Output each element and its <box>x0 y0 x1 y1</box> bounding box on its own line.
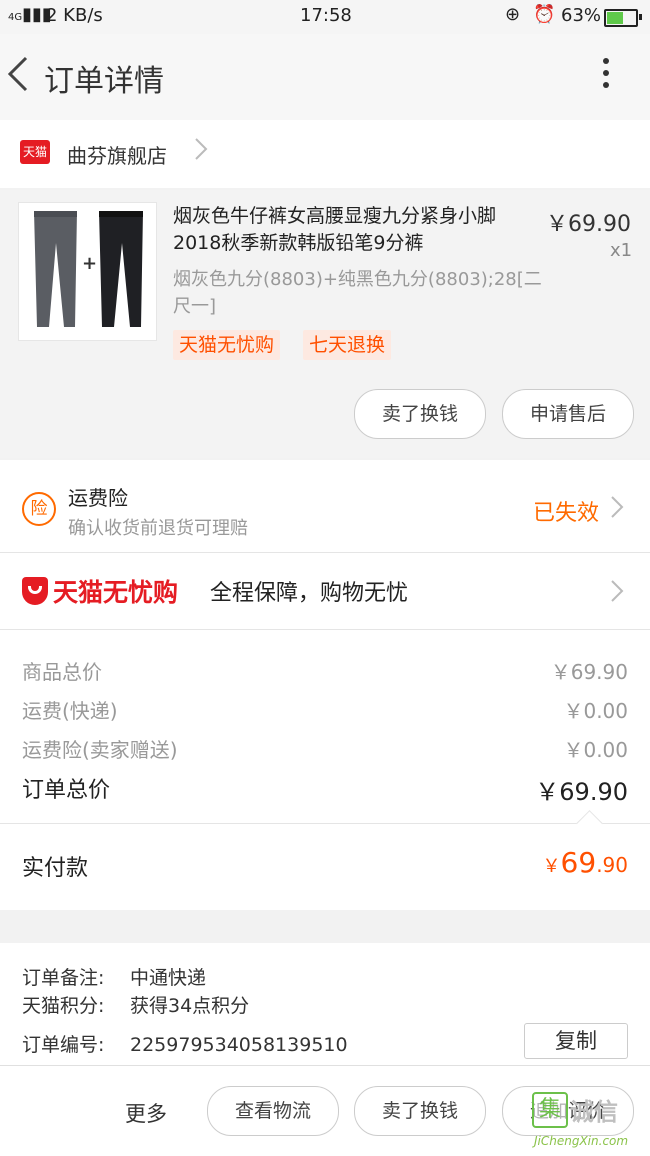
product-sku: 烟灰色九分(8803)+纯黑色九分(8803);28[二尺一] <box>173 269 542 317</box>
summary-label: 运费险(卖家赠送) <box>22 738 178 762</box>
watermark-logo: 集 诚信 JiChengXin.com <box>532 1092 650 1154</box>
battery-icon <box>604 9 642 27</box>
alarm-icon: ⏰ <box>533 4 556 25</box>
network-speed: 2 KB/s <box>46 5 103 26</box>
shipping-insurance-row[interactable]: 险 运费险 确认收货前退货可理赔 已失效 <box>0 460 650 553</box>
tag-seven-day-return: 七天退换 <box>303 330 392 360</box>
tmall-points: 天猫积分: 获得34点积分 <box>22 995 250 1017</box>
order-info: 订单备注: 中通快递 天猫积分: 获得34点积分 订单编号: 225979534058… <box>0 943 650 1065</box>
summary-label: 运费(快递) <box>22 699 118 723</box>
chevron-right-icon <box>610 494 624 527</box>
guarantee-brand: 天猫无忧购 <box>53 578 179 607</box>
tmall-logo-icon: 天猫 <box>20 140 50 164</box>
battery-percent: 63% <box>561 5 602 26</box>
store-row[interactable]: 天猫 曲芬旗舰店 <box>0 120 650 188</box>
insurance-subtitle: 确认收货前退货可理赔 <box>68 518 248 539</box>
battery-fill <box>607 12 623 24</box>
chevron-left-icon[interactable] <box>6 54 30 103</box>
summary-label: 商品总价 <box>22 660 102 684</box>
actual-payment-value: ￥69.90 <box>542 846 628 879</box>
tag-tmall-worry-free: 天猫无忧购 <box>173 330 281 360</box>
status-time: 17:58 <box>300 5 352 26</box>
sell-for-cash-button[interactable]: 卖了换钱 <box>354 1086 486 1136</box>
summary-value: ￥69.90 <box>550 660 628 684</box>
svg-text:+: + <box>82 253 97 274</box>
summary-value: ￥0.00 <box>563 699 628 723</box>
chevron-right-icon <box>610 578 624 611</box>
bottom-action-bar: 更多 查看物流 卖了换钱 追加评价 集 诚信 JiChengXin.com <box>0 1065 650 1156</box>
app-header: 订单详情 <box>0 34 650 120</box>
actual-payment-row: 实付款 ￥69.90 <box>0 810 650 910</box>
more-button[interactable]: 更多 <box>125 1098 167 1128</box>
chevron-right-icon <box>194 136 208 169</box>
tmall-shield-icon <box>22 577 48 605</box>
watermark-icon: 集 <box>532 1092 568 1128</box>
order-item[interactable]: + 烟灰色牛仔裤女高腰显瘦九分紧身小脚2018秋季新款韩版铅笔9分裤 ￥69.9… <box>0 190 650 458</box>
page-title: 订单详情 <box>44 64 164 99</box>
price-summary: 商品总价 ￥69.90 运费(快递) ￥0.00 运费险(卖家赠送) ￥0.00… <box>0 630 650 823</box>
summary-row-goods: 商品总价 ￥69.90 <box>22 656 628 685</box>
sell-for-cash-button[interactable]: 卖了换钱 <box>354 389 486 439</box>
guarantee-text: 全程保障，购物无忧 <box>210 581 409 606</box>
view-logistics-button[interactable]: 查看物流 <box>207 1086 339 1136</box>
store-name[interactable]: 曲芬旗舰店 <box>67 140 167 169</box>
actual-payment-label: 实付款 <box>22 856 89 881</box>
status-bar: 4G▮▮▮ 2 KB/s 17:58 ⊕ ⏰ 63% <box>0 0 650 34</box>
summary-row-shipping: 运费(快递) ￥0.00 <box>22 695 628 724</box>
summary-row-insurance: 运费险(卖家赠送) ￥0.00 <box>22 734 628 763</box>
insurance-icon: 险 <box>22 492 56 526</box>
product-image[interactable]: + <box>18 202 157 341</box>
order-total-value: ￥69.90 <box>535 778 628 806</box>
insurance-title: 运费险 <box>68 486 128 510</box>
lock-rotation-icon: ⊕ <box>505 4 521 25</box>
summary-value: ￥0.00 <box>563 738 628 762</box>
watermark-text: 诚信 <box>570 1098 618 1126</box>
watermark-url: JiChengXin.com <box>534 1134 629 1148</box>
order-remark: 订单备注: 中通快递 <box>22 967 207 989</box>
worry-free-guarantee-row[interactable]: 天猫无忧购 全程保障，购物无忧 <box>0 553 650 630</box>
order-total-label: 订单总价 <box>22 778 111 803</box>
order-number: 订单编号: 225979534058139510 <box>22 1034 348 1056</box>
product-title[interactable]: 烟灰色牛仔裤女高腰显瘦九分紧身小脚2018秋季新款韩版铅笔9分裤 <box>173 203 528 257</box>
product-price: ￥69.90 <box>546 212 631 237</box>
apply-after-sale-button[interactable]: 申请售后 <box>502 389 634 439</box>
product-quantity: x1 <box>610 240 633 261</box>
network-type: 4G <box>8 12 23 23</box>
copy-order-number-button[interactable]: 复制 <box>524 1023 628 1059</box>
insurance-status: 已失效 <box>533 501 600 526</box>
summary-row-total: 订单总价 ￥69.90 <box>22 772 628 806</box>
more-vertical-icon[interactable] <box>594 58 618 98</box>
